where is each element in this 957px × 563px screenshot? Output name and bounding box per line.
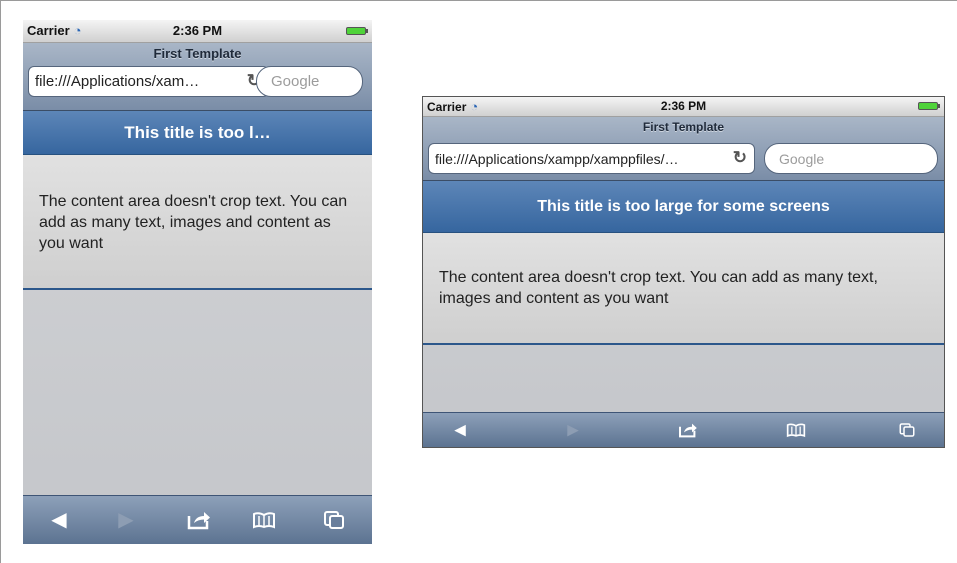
pages-icon[interactable] [323,510,345,530]
browser-toolbar: ◀ ▶ [423,412,944,447]
status-time: 2:36 PM [172,23,223,38]
status-bar: Carrier ◔ 2:36 PM [423,97,944,117]
share-icon[interactable] [187,510,211,530]
content-area: The content area doesn't crop text. You … [23,155,372,290]
safari-address-bar: First Template file:///Applications/xam…… [23,43,372,111]
search-field[interactable]: Google [256,66,363,97]
landscape-screen: Carrier ◔ 2:36 PM First Template file:///… [422,96,945,448]
page-frame-top [0,0,957,1]
safari-address-bar: First Template file:///Applications/xamp… [423,117,944,181]
url-text: file:///Applications/xam… [35,73,200,90]
content-area: The content area doesn't crop text. You … [423,233,944,345]
back-icon[interactable]: ◀ [454,423,466,438]
content-text: The content area doesn't crop text. You … [439,269,878,307]
page-header-title: This title is too large for some screens [423,181,944,233]
status-bar: Carrier ◔ 2:36 PM [23,20,372,43]
forward-icon[interactable]: ▶ [567,423,579,438]
reload-icon[interactable]: ↻ [733,148,747,168]
battery-icon [346,27,368,35]
status-time: 2:36 PM [660,99,707,113]
browser-page-title: First Template [153,46,242,61]
content-text: The content area doesn't crop text. You … [39,193,348,252]
url-text: file:///Applications/xampp/xamppfiles/… [435,151,679,167]
back-icon[interactable]: ◀ [51,510,66,530]
share-icon[interactable] [678,422,698,438]
url-field[interactable]: file:///Applications/xam… ↻ [28,66,269,97]
page-frame-left [0,0,1,563]
url-field[interactable]: file:///Applications/xampp/xamppfiles/… … [428,143,755,174]
bookmarks-icon[interactable] [252,511,276,529]
search-field[interactable]: Google [764,143,938,174]
bookmarks-icon[interactable] [786,423,806,438]
battery-icon [918,102,940,110]
browser-toolbar: ◀ ▶ [23,495,372,544]
page-header-title: This title is too l… [23,111,372,155]
browser-page-title: First Template [642,120,725,134]
pages-icon[interactable] [899,423,916,438]
forward-icon[interactable]: ▶ [118,510,133,530]
portrait-screen: Carrier ◔ 2:36 PM First Template file:///… [23,20,372,544]
